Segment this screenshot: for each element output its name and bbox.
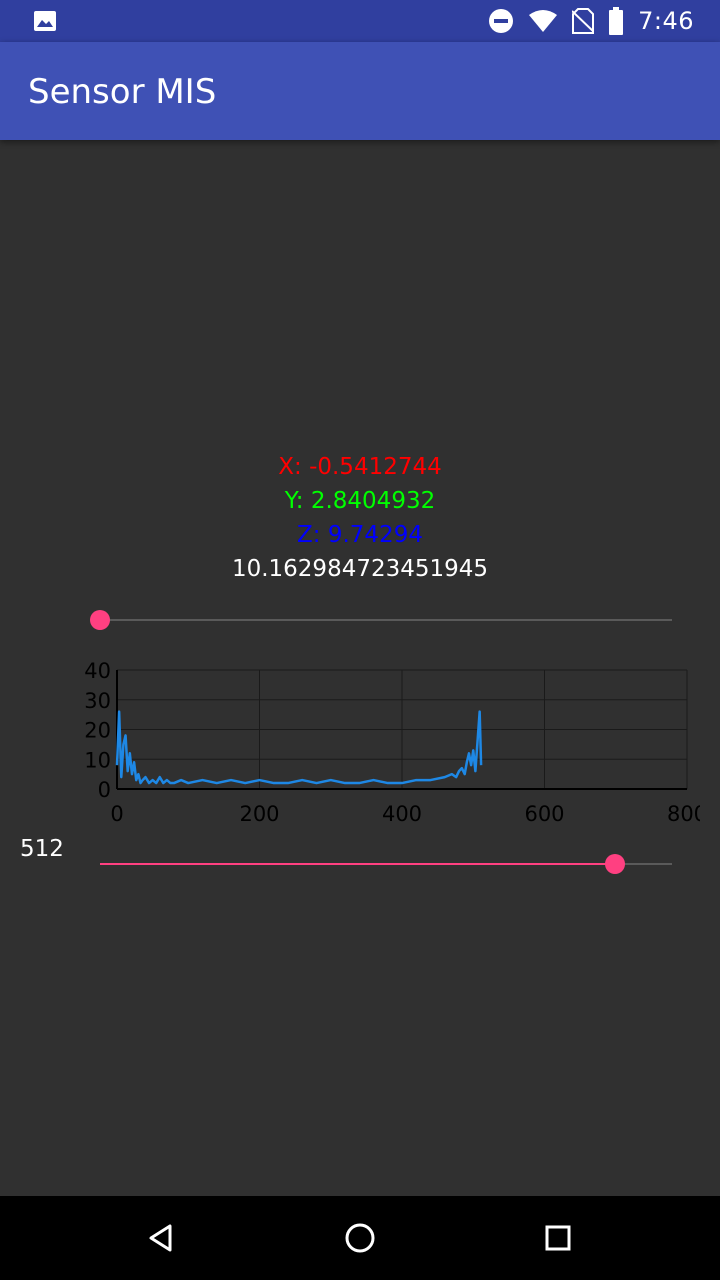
app-bar: Sensor MIS <box>0 42 720 140</box>
status-bar: 7:46 <box>0 0 720 42</box>
home-icon[interactable] <box>340 1218 380 1258</box>
status-time: 7:46 <box>638 7 694 35</box>
x-tick-label: 800 <box>667 802 700 826</box>
y-tick-label: 40 <box>84 659 111 683</box>
battery-icon <box>609 7 624 35</box>
z-readout: Z: 9.74294 <box>297 522 423 548</box>
y-tick-label: 20 <box>84 719 111 743</box>
y-tick-label: 10 <box>84 748 111 772</box>
image-icon <box>34 11 56 31</box>
x-tick-label: 400 <box>382 802 422 826</box>
overview-icon[interactable] <box>538 1218 578 1258</box>
no-sim-icon <box>572 8 595 34</box>
app-title: Sensor MIS <box>28 72 217 112</box>
x-tick-label: 200 <box>239 802 279 826</box>
sample-size-label: 512 <box>20 836 64 862</box>
y-tick-label: 30 <box>84 689 111 713</box>
sample-size-seekbar-thumb[interactable] <box>604 854 625 874</box>
magnitude-readout: 10.162984723451945 <box>231 556 489 582</box>
do-not-disturb-icon <box>489 9 514 33</box>
fft-chart: 0 200 400 600 800 0 10 20 30 40 <box>84 659 700 826</box>
x-tick-label: 0 <box>110 802 123 826</box>
sample-size-seekbar[interactable] <box>100 854 672 874</box>
top-seekbar[interactable] <box>90 610 672 630</box>
wifi-icon <box>529 10 558 32</box>
x-tick-label: 600 <box>524 802 564 826</box>
fft-series-line <box>115 710 483 785</box>
sample-size-seekbar-fill <box>100 863 615 865</box>
navigation-bar <box>0 1196 720 1280</box>
y-readout: Y: 2.8404932 <box>284 488 436 514</box>
back-icon[interactable] <box>141 1218 181 1258</box>
top-seekbar-thumb[interactable] <box>90 610 110 630</box>
x-readout: X: -0.5412744 <box>278 454 442 480</box>
y-tick-label: 0 <box>98 778 111 802</box>
